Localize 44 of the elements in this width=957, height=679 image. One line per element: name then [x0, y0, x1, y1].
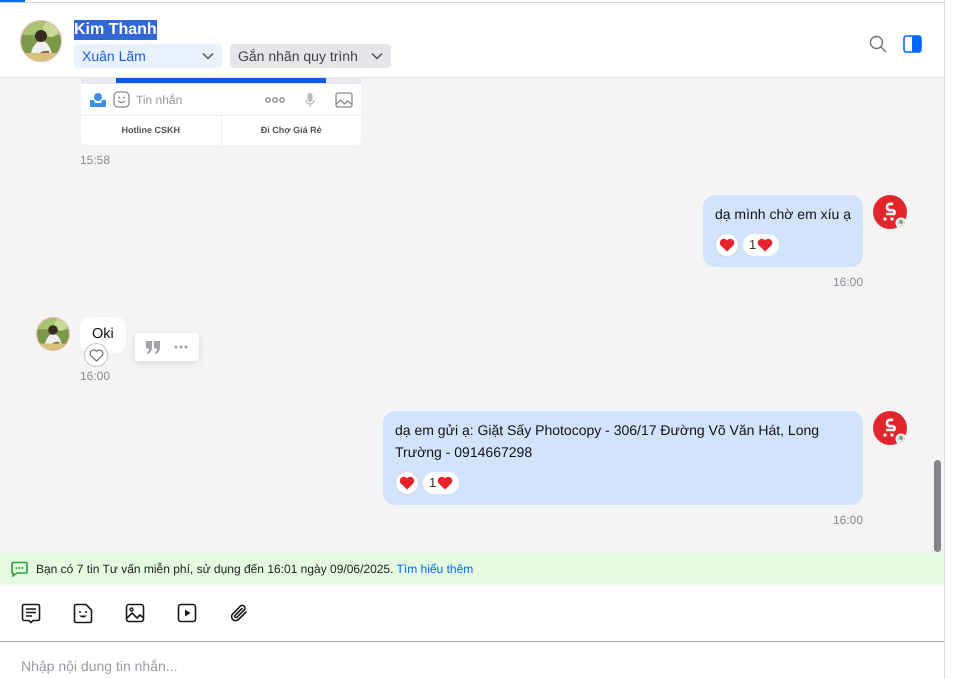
card-button[interactable]: Đi Chợ Giá Rẻ — [220, 116, 361, 145]
video-icon[interactable] — [177, 603, 197, 623]
quote-icon[interactable] — [146, 340, 160, 354]
chevron-down-icon — [371, 52, 383, 60]
message-time: 16:00 — [80, 369, 110, 383]
message-time: 16:00 — [832, 275, 863, 289]
notice-text: Bạn có 7 tin Tư vấn miễn phí, sử dụng đến 16:01 ngày 09/06/2025. Tìm hiểu thêm — [36, 561, 474, 578]
react-button[interactable] — [84, 343, 108, 367]
more-icon[interactable] — [174, 345, 188, 349]
smiley-icon — [113, 91, 130, 108]
scrollbar[interactable] — [934, 460, 941, 552]
note-icon[interactable] — [21, 602, 41, 624]
message-text: Oki — [92, 325, 114, 344]
heart-outline-icon — [88, 348, 104, 362]
image-icon — [335, 92, 353, 108]
inbox-icon — [89, 92, 107, 108]
search-icon[interactable] — [869, 35, 887, 53]
reaction-button[interactable] — [714, 233, 739, 257]
message-text: dạ mình chờ em xíu ạ — [714, 205, 851, 224]
card-button[interactable]: Hotline CSKH — [81, 116, 220, 145]
image-icon[interactable] — [125, 603, 145, 623]
message-icon — [11, 561, 28, 577]
heart-icon — [718, 238, 735, 252]
assignee-dropdown[interactable]: Xuân Lãm — [74, 44, 222, 68]
shop-logo-avatar — [873, 195, 907, 229]
side-panel-icon[interactable] — [903, 35, 922, 53]
heart-icon — [399, 476, 415, 490]
contact-name: Kim Thanh — [74, 20, 157, 40]
message-input[interactable]: Nhập nội dung tin nhắn... — [0, 642, 944, 675]
reaction-count[interactable]: 1 — [742, 234, 780, 256]
microphone-icon — [305, 92, 315, 108]
message-time: 15:58 — [80, 153, 110, 167]
message-text: dạ em gửi ạ: Giặt Sấy Photocopy - 306/17 Đường Võ Văn Hát, Long Trường - 0914667298 — [395, 421, 820, 462]
sticker-icon[interactable] — [73, 602, 93, 624]
label-dropdown[interactable]: Gắn nhãn quy trình — [230, 44, 391, 68]
heart-icon — [437, 476, 454, 490]
reaction-count[interactable]: 1 — [423, 472, 460, 494]
heart-icon — [757, 238, 774, 252]
chevron-down-icon — [202, 52, 214, 60]
more-icon — [265, 96, 285, 102]
reaction-button[interactable] — [395, 471, 419, 495]
message-time: 16:00 — [832, 513, 863, 527]
learn-more-link[interactable]: Tìm hiểu thêm — [396, 562, 474, 576]
shop-logo-avatar — [873, 411, 907, 445]
